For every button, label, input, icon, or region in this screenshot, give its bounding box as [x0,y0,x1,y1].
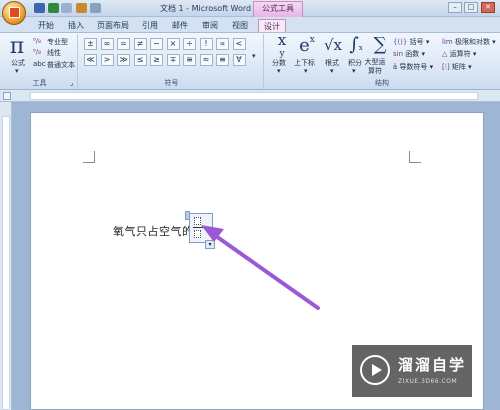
symbol-button[interactable]: ÷ [183,38,196,50]
equation-options-dropdown-icon[interactable]: ▾ [205,240,215,249]
radical-icon[interactable]: √x [321,36,345,54]
matrix-button[interactable]: [⁝] 矩阵 ▾ [442,62,472,72]
symbol-button[interactable]: ≪ [84,54,97,66]
ruler-track [2,116,10,410]
window-title: 文档 1 - Microsoft Word [160,4,252,13]
pi-icon[interactable]: π [6,34,28,59]
symbol-button[interactable]: ≠ [133,38,147,50]
symbol-button[interactable]: ∓ [166,54,180,66]
tools-group-label: 工具 [32,79,47,87]
accent-icon: ä [393,63,398,71]
symbol-button[interactable]: < [232,38,246,50]
operator-button[interactable]: △ 运算符 ▾ [442,49,476,59]
fraction-icon[interactable]: xy [272,33,292,60]
fraction-dropdown-icon[interactable]: ▾ [277,67,281,75]
symbol-button[interactable]: ! [199,38,213,50]
limit-log-button[interactable]: lim 极限和对数 ▾ [442,37,496,47]
body-text[interactable]: 氧气只占空气的 [113,223,194,239]
tab-review[interactable]: 审阅 [198,19,222,32]
ruler-track [30,92,478,100]
large-operator-icon[interactable]: ∑ [370,34,390,55]
symbols-group-label: 符号 [164,79,179,87]
watermark-title: 溜溜自学 [398,356,467,374]
function-button[interactable]: sin 函数 ▾ [393,49,425,59]
symbol-button[interactable]: ∞ [100,38,114,50]
normal-text-button[interactable]: 普通文本 [47,60,75,70]
symbol-button[interactable]: = [117,38,130,50]
dialog-launcher-icon[interactable]: ⌟ [70,79,73,87]
undo-icon[interactable] [48,3,59,13]
office-logo-icon [9,7,20,18]
quick-access-icon[interactable] [90,3,101,13]
maximize-button[interactable]: □ [464,2,478,13]
formula-dropdown-icon[interactable]: ▾ [15,67,19,75]
function-icon: sin [393,50,404,58]
equation-fraction-box[interactable] [189,213,213,243]
limit-icon: lim [442,38,453,46]
symbol-button[interactable]: × [166,38,180,50]
watermark: 溜溜自学 ZIXUE.3D66.COM [352,345,472,397]
symbol-button[interactable]: ≥ [150,54,163,66]
redo-icon[interactable] [61,3,72,13]
radical-dropdown-icon[interactable]: ▾ [330,67,334,75]
linear-button[interactable]: 线性 [47,48,61,58]
quick-access-icon[interactable] [76,3,87,13]
margin-corner-mark [83,151,95,163]
symbols-group: ± ∞ = ≠ ~ × ÷! ∝ < ≪ > ≫ ≤ ≥ ∓ ≅ ≈ ≡ ∀ ▾ 符号 [80,34,264,89]
symbol-button[interactable]: ~ [150,38,163,50]
linear-icon: ⁸/₈ [33,48,41,56]
bracket-icon: {()} [393,38,408,46]
symbol-button[interactable]: ≡ [216,54,229,66]
matrix-icon: [⁝] [442,63,450,71]
large-operator-button[interactable]: 大型运算符 [363,58,387,76]
professional-button[interactable]: 专业型 [47,37,68,47]
ruler-corner-icon[interactable] [3,92,11,100]
symbol-button[interactable]: ≅ [183,54,196,66]
operator-icon: △ [442,50,448,58]
script-dropdown-icon[interactable]: ▾ [304,67,308,75]
save-icon[interactable] [34,3,45,13]
title-bar: 文档 1 - Microsoft Word 公式工具 – □ ✕ [0,0,500,17]
professional-icon: ⁸/₈ [33,37,41,45]
tab-references[interactable]: 引用 [138,19,162,32]
tab-page-layout[interactable]: 页面布局 [94,19,132,32]
margin-corner-mark [409,151,421,163]
symbols-more-icon[interactable]: ▾ [252,52,256,60]
fraction-numerator-placeholder[interactable] [194,217,201,225]
tools-group: π 公式 ▾ ⁸/₈ 专业型 ⁸/₈ 线性 abc 普通文本 工具 ⌟ [2,34,78,89]
tab-view[interactable]: 视图 [228,19,252,32]
structures-group-label: 结构 [375,79,389,87]
minimize-button[interactable]: – [448,2,462,13]
tab-home[interactable]: 开始 [34,19,58,32]
vertical-ruler[interactable] [0,102,12,410]
symbol-button[interactable]: ≤ [133,54,147,66]
symbol-button[interactable]: > [100,54,114,66]
structures-group: xy 分数 ▾ ex 上下标 ▾ √x 根式 ▾ ∫x 积分 ▾ ∑ 大型运算符… [266,33,498,89]
watermark-subtitle: ZIXUE.3D66.COM [398,378,458,385]
fraction-bar [193,227,203,228]
integral-dropdown-icon[interactable]: ▾ [352,67,356,75]
script-icon[interactable]: ex [295,35,319,56]
fraction-denominator-placeholder[interactable] [194,230,201,238]
accent-button[interactable]: ä 导数符号 ▾ [393,62,433,72]
tab-insert[interactable]: 插入 [64,19,88,32]
ribbon: π 公式 ▾ ⁸/₈ 专业型 ⁸/₈ 线性 abc 普通文本 工具 ⌟ ± ∞ = ≠… [0,32,500,90]
bracket-button[interactable]: {()} 括号 ▾ [393,37,429,47]
symbol-button[interactable]: ± [84,38,97,50]
horizontal-ruler[interactable] [0,90,500,102]
integral-icon[interactable]: ∫x [346,34,366,55]
normal-text-icon: abc [33,60,46,68]
symbol-button[interactable]: ∀ [232,54,246,66]
ribbon-tabs: 开始 插入 页面布局 引用 邮件 审阅 视图 设计 [0,17,500,32]
tab-mailings[interactable]: 邮件 [168,19,192,32]
play-logo-icon [360,355,390,385]
close-button[interactable]: ✕ [481,2,495,13]
office-button[interactable] [2,1,26,25]
context-tab-group-label: 公式工具 [253,1,303,17]
symbol-button[interactable]: ∝ [216,38,229,50]
symbol-button[interactable]: ≫ [117,54,130,66]
symbol-button[interactable]: ≈ [199,54,213,66]
